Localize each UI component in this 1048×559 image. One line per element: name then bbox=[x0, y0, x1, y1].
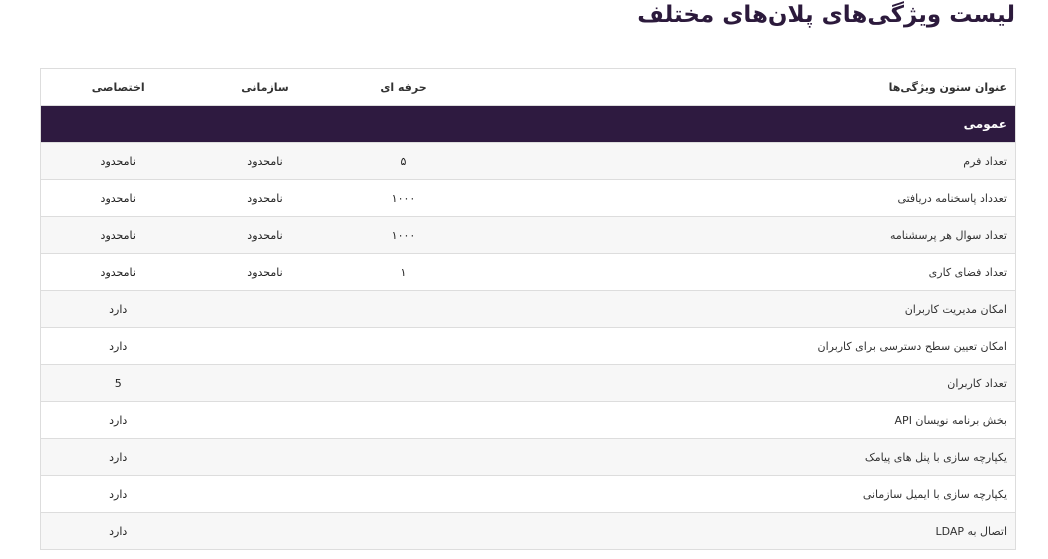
row-org-cell bbox=[195, 290, 335, 328]
row-org-cell bbox=[195, 401, 335, 439]
row-feature-cell: تعداد فضای کاری bbox=[472, 253, 1016, 291]
table-row: بخش برنامه نویسان API دارد bbox=[40, 401, 1016, 439]
row-feature-cell: امکان تعیین سطح دسترسی برای کاربران bbox=[472, 327, 1016, 365]
row-exclusive-cell: دارد bbox=[40, 512, 196, 550]
header-pro: حرفه ای bbox=[334, 68, 473, 106]
table-row: تعداد فرم ۵ نامحدود نامحدود bbox=[40, 142, 1016, 180]
header-org: سازمانی bbox=[195, 68, 335, 106]
row-pro-cell bbox=[334, 327, 473, 365]
row-pro-cell bbox=[334, 290, 473, 328]
table-row: امکان مدیریت کاربران دارد bbox=[40, 290, 1016, 328]
row-pro-cell bbox=[334, 512, 473, 550]
plans-features-page: لیست ویژگی‌های پلان‌های مختلف عنوان ستون… bbox=[0, 0, 1048, 559]
row-org-cell: نامحدود bbox=[195, 142, 335, 180]
row-exclusive-cell: دارد bbox=[40, 327, 196, 365]
row-exclusive-cell: نامحدود bbox=[40, 253, 196, 291]
row-org-cell: نامحدود bbox=[195, 216, 335, 254]
row-exclusive-cell: دارد bbox=[40, 290, 196, 328]
row-pro-cell: ۱۰۰۰ bbox=[334, 216, 473, 254]
header-exclusive: اختصاصی bbox=[40, 68, 196, 106]
row-pro-cell bbox=[334, 438, 473, 476]
row-pro-cell bbox=[334, 364, 473, 402]
row-exclusive-cell: دارد bbox=[40, 475, 196, 513]
section-row-general: عمومی bbox=[40, 105, 1016, 143]
row-pro-cell: ۵ bbox=[334, 142, 473, 180]
row-pro-cell bbox=[334, 401, 473, 439]
row-feature-cell: امکان مدیریت کاربران bbox=[472, 290, 1016, 328]
table-row: امکان تعیین سطح دسترسی برای کاربران دارد bbox=[40, 327, 1016, 365]
table-header-row: عنوان ستون ویژگی‌ها حرفه ای سازمانی اختص… bbox=[40, 68, 1016, 106]
row-org-cell: نامحدود bbox=[195, 179, 335, 217]
row-org-cell bbox=[195, 475, 335, 513]
row-org-cell: نامحدود bbox=[195, 253, 335, 291]
row-feature-cell: تعدداد پاسخنامه دریافتی bbox=[472, 179, 1016, 217]
row-feature-cell: یکپارچه سازی با پنل های پیامک bbox=[472, 438, 1016, 476]
row-exclusive-cell: 5 bbox=[40, 364, 196, 402]
row-exclusive-cell: نامحدود bbox=[40, 142, 196, 180]
table-row: تعداد فضای کاری ۱ نامحدود نامحدود bbox=[40, 253, 1016, 291]
row-exclusive-cell: نامحدود bbox=[40, 179, 196, 217]
page-title: لیست ویژگی‌های پلان‌های مختلف bbox=[637, 2, 1015, 28]
table-row: تعداد کاربران 5 bbox=[40, 364, 1016, 402]
features-table: عنوان ستون ویژگی‌ها حرفه ای سازمانی اختص… bbox=[40, 68, 1016, 550]
table-row: اتصال به LDAP دارد bbox=[40, 512, 1016, 550]
table-row: تعدداد پاسخنامه دریافتی ۱۰۰۰ نامحدود نامحدو… bbox=[40, 179, 1016, 217]
table-body: عمومی تعداد فرم ۵ نامحدود نامحدود تعدداد پاس… bbox=[40, 105, 1016, 550]
row-feature-cell: یکپارچه سازی با ایمیل سازمانی bbox=[472, 475, 1016, 513]
header-feature: عنوان ستون ویژگی‌ها bbox=[472, 68, 1016, 106]
row-feature-cell: تعداد سوال هر پرسشنامه bbox=[472, 216, 1016, 254]
row-pro-cell: ۱ bbox=[334, 253, 473, 291]
table-row: یکپارچه سازی با پنل های پیامک دارد bbox=[40, 438, 1016, 476]
row-org-cell bbox=[195, 438, 335, 476]
row-pro-cell: ۱۰۰۰ bbox=[334, 179, 473, 217]
table-row: تعداد سوال هر پرسشنامه ۱۰۰۰ نامحدود نامحدود bbox=[40, 216, 1016, 254]
row-org-cell bbox=[195, 512, 335, 550]
row-feature-cell: اتصال به LDAP bbox=[472, 512, 1016, 550]
row-exclusive-cell: دارد bbox=[40, 401, 196, 439]
table-row: یکپارچه سازی با ایمیل سازمانی دارد bbox=[40, 475, 1016, 513]
row-pro-cell bbox=[334, 475, 473, 513]
row-feature-cell: تعداد فرم bbox=[472, 142, 1016, 180]
row-exclusive-cell: نامحدود bbox=[40, 216, 196, 254]
row-feature-cell: تعداد کاربران bbox=[472, 364, 1016, 402]
row-org-cell bbox=[195, 327, 335, 365]
row-feature-cell: بخش برنامه نویسان API bbox=[472, 401, 1016, 439]
row-exclusive-cell: دارد bbox=[40, 438, 196, 476]
section-label: عمومی bbox=[40, 105, 1016, 143]
row-org-cell bbox=[195, 364, 335, 402]
